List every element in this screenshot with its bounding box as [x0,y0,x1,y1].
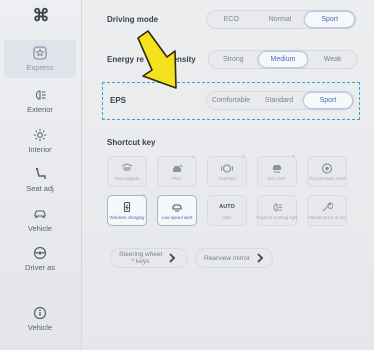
shortcut-label: Low speed alert [161,214,193,220]
sidebar-item-label: Vehicle [27,224,53,233]
shortcut-esl-off[interactable]: ○ ESL OFF [257,154,297,187]
sidebar-item-label: Seat adj [26,184,54,193]
sidebar-item-vehicle-info[interactable]: Vehicle [4,300,76,338]
shortcut-label: Autohold [218,175,236,181]
energy-title-left: Energy re [107,55,144,64]
info-icon [33,306,47,320]
sidebar-item-label: Express [26,63,54,72]
shortcut-low-speed-alert[interactable]: Low speed alert [157,195,197,226]
energy-title-right: tensity [169,55,196,64]
steering-wheel-keys-label: Steering wheel * keys [119,251,162,265]
info-badge-icon: ○ [291,154,296,160]
energy-recovery-selector: Strong Medium Weak [208,50,358,69]
sidebar-item-driver-assist[interactable]: Driver as [4,240,76,278]
shortcut-label: Maintenance mode [308,214,346,220]
chevron-right-icon [257,253,264,263]
info-badge-icon: ○ [191,154,196,160]
sidebar-item-interior[interactable]: Interior [4,122,76,160]
tire-pressure-icon [321,162,333,174]
light-icon [273,202,282,212]
steering-wheel-keys-button[interactable]: Steering wheel * keys [110,248,188,268]
eps-selector: Comfortable Standard Sport [206,91,354,110]
eps-option-standard[interactable]: Standard [255,92,303,109]
speaker-car-icon [172,203,182,211]
seat-icon [35,167,46,179]
shortcut-label: HBC [222,214,232,220]
auto-icon: AUTO [219,203,235,210]
shortcut-hbc[interactable]: AUTO HBC [207,195,247,226]
steering-wheel-label-line2: * keys [131,258,150,265]
light-icon [35,90,46,100]
info-badge-icon: ○ [241,154,246,160]
eps-option-comfortable[interactable]: Comfortable [207,92,255,109]
energy-option-strong[interactable]: Strong [209,51,258,68]
driving-mode-option-normal[interactable]: Normal [256,11,305,28]
shortcut-tire-pressure-reset[interactable]: Tire pressure reset [307,156,347,187]
shortcut-wireless-charging[interactable]: ○ Wireless charging [107,193,147,226]
rearview-mirror-label: Rearview mirror [204,254,250,262]
shortcut-maintenance-mode[interactable]: Maintenance mode [307,195,347,226]
eps-option-sport[interactable]: Sport [303,92,353,109]
sidebar-item-express[interactable]: Express [4,40,76,78]
energy-option-medium[interactable]: Medium [257,51,309,68]
eps-title: EPS [110,96,127,105]
sidebar: ⌘ Express Exterior Interior Seat adj Veh… [0,0,82,350]
shortcut-autohold[interactable]: ○ Autohold [207,154,247,187]
shortcut-label: Daytime running light [256,214,298,220]
wrench-icon [322,201,333,211]
settings-screen: ⌘ Express Exterior Interior Seat adj Veh… [0,0,374,350]
shortcut-label: Rear tailgate [114,175,140,181]
phone-charging-icon [123,201,131,212]
car-icon [34,210,46,218]
autohold-icon [221,163,233,173]
steering-wheel-icon [33,246,47,260]
sidebar-item-exterior[interactable]: Exterior [4,82,76,120]
shortcut-key-title: Shortcut key [107,138,156,147]
parking-sensor-icon [173,164,183,172]
sidebar-item-label: Driver as [24,263,55,272]
shortcut-label: ESL OFF [267,175,287,181]
driving-mode-selector: ECO Normal Sport [206,10,356,29]
shortcut-pdc[interactable]: ○ PDC [157,154,197,187]
shortcut-label: Tire pressure reset [308,175,346,181]
sidebar-item-label: Vehicle [27,323,53,332]
close-icon[interactable]: ⌘ [24,4,58,28]
shortcut-rear-tailgate[interactable]: Rear tailgate [107,156,147,187]
tailgate-icon [121,162,133,171]
driving-mode-option-sport[interactable]: Sport [304,11,356,28]
sidebar-item-label: Interior [28,145,52,154]
shortcut-label: Wireless charging [109,214,145,220]
sidebar-item-seat-adj[interactable]: Seat adj [4,161,76,199]
sidebar-item-label: Exterior [27,105,53,114]
shortcut-daytime-running-light[interactable]: Daytime running light [256,195,298,226]
stability-off-icon [273,164,281,173]
shortcut-label: PDC [172,175,182,181]
energy-recovery-title: Energy re tensity [107,55,196,64]
info-badge-icon: ○ [141,193,146,199]
energy-option-weak[interactable]: Weak [308,51,357,68]
sidebar-item-vehicle[interactable]: Vehicle [4,201,76,239]
steering-wheel-label-line1: Steering wheel [119,251,162,258]
driving-mode-title: Driving mode [107,15,159,24]
rearview-mirror-button[interactable]: Rearview mirror [195,248,273,268]
sun-icon [33,128,47,142]
chevron-right-icon [169,253,176,263]
driving-mode-option-eco[interactable]: ECO [207,11,256,28]
star-icon [33,46,47,60]
